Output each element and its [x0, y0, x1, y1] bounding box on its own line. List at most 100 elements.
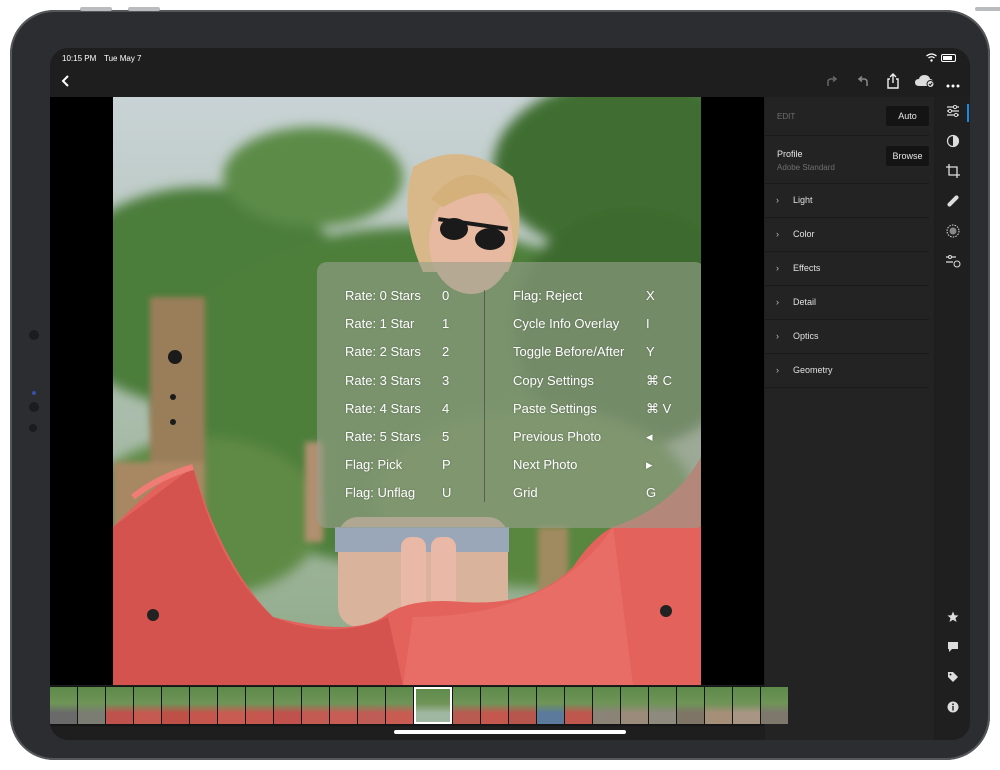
back-button[interactable]	[56, 73, 76, 93]
shortcut-label: Rate: 5 Stars	[345, 428, 421, 444]
crop-tool-button[interactable]	[944, 164, 962, 182]
rating-button[interactable]	[944, 610, 962, 628]
shortcut-label: Flag: Pick	[345, 457, 403, 473]
shortcut-label: Rate: 4 Stars	[345, 400, 421, 416]
filmstrip-thumbnail[interactable]	[162, 687, 189, 724]
filmstrip-thumbnail[interactable]	[733, 687, 760, 724]
filmstrip-thumbnail[interactable]	[761, 687, 788, 724]
shortcut-label: Next Photo	[513, 457, 578, 473]
chevron-right-icon: ›	[776, 365, 779, 375]
filmstrip-thumbnail[interactable]	[705, 687, 732, 724]
star-icon	[947, 611, 959, 622]
auto-button[interactable]: Auto	[886, 106, 929, 126]
top-toolbar	[50, 68, 970, 98]
section-light[interactable]: › Light	[765, 184, 929, 218]
photo[interactable]: Rate: 0 Stars 0 Rate: 1 Star 1 Rate: 2 Sta…	[113, 97, 701, 685]
filmstrip-thumbnail[interactable]	[274, 687, 301, 724]
section-effects[interactable]: › Effects	[765, 252, 929, 286]
shortcut-key: Y	[646, 344, 655, 360]
shortcut-key: 0	[442, 288, 450, 303]
section-optics[interactable]: › Optics	[765, 320, 929, 354]
profile-value: Adobe Standard	[777, 163, 835, 172]
shortcut-key: ⌘ C	[646, 372, 672, 388]
browse-button[interactable]: Browse	[886, 146, 929, 166]
filmstrip-thumbnail[interactable]	[481, 687, 508, 724]
healing-tool-button[interactable]	[944, 194, 962, 212]
shortcut-label: Rate: 1 Star	[345, 316, 415, 332]
selective-icon	[946, 134, 960, 148]
shortcut-label: Grid	[513, 485, 538, 501]
shortcut-key: 2	[442, 344, 450, 360]
filmstrip-thumbnail[interactable]	[246, 687, 273, 724]
filmstrip-thumbnail[interactable]	[134, 687, 161, 724]
section-label: Effects	[793, 263, 821, 273]
home-indicator	[394, 730, 626, 734]
filmstrip-thumbnail[interactable]	[330, 687, 357, 724]
edit-tool-button[interactable]	[944, 104, 962, 122]
filmstrip-thumbnail[interactable]	[537, 687, 564, 724]
section-color[interactable]: › Color	[765, 218, 929, 252]
section-label: Light	[793, 195, 813, 205]
shortcut-label: Toggle Before/After	[513, 344, 625, 360]
more-button[interactable]	[943, 73, 963, 93]
side-sensor	[29, 330, 39, 340]
filmstrip-thumbnail[interactable]	[509, 687, 536, 724]
chevron-left-icon	[61, 75, 69, 87]
section-label: Optics	[793, 331, 819, 341]
filmstrip[interactable]	[50, 686, 788, 726]
filmstrip-thumbnail[interactable]	[50, 687, 77, 724]
filmstrip-thumbnail[interactable]	[593, 687, 620, 724]
filmstrip-thumbnail[interactable]	[565, 687, 592, 724]
wifi-icon	[926, 53, 937, 62]
selective-tool-button[interactable]	[944, 134, 962, 152]
cloud-sync-button[interactable]	[913, 73, 937, 93]
top-button	[128, 7, 160, 11]
section-geometry[interactable]: › Geometry	[765, 354, 929, 388]
profile-row[interactable]: Profile Adobe Standard Browse	[765, 135, 929, 184]
filmstrip-thumbnail[interactable]	[302, 687, 329, 724]
status-date: Tue May 7	[104, 54, 142, 63]
filmstrip-thumbnail[interactable]	[78, 687, 105, 724]
shortcut-key: X	[646, 288, 655, 303]
filmstrip-thumbnail-selected[interactable]	[414, 687, 452, 724]
presets-tool-button[interactable]	[944, 254, 962, 272]
redo-icon	[827, 75, 838, 86]
filmstrip-thumbnail[interactable]	[386, 687, 413, 724]
filmstrip-thumbnail[interactable]	[106, 687, 133, 724]
edit-panel: EDIT Auto Profile Adobe Standard Browse …	[765, 97, 934, 740]
comment-icon	[948, 642, 958, 652]
shortcut-label: Rate: 2 Stars	[345, 344, 421, 360]
undo-button[interactable]	[853, 73, 873, 93]
info-icon	[947, 701, 959, 713]
filmstrip-thumbnail[interactable]	[621, 687, 648, 724]
redo-button[interactable]	[822, 73, 842, 93]
tag-button[interactable]	[944, 670, 962, 688]
shortcut-key: I	[646, 316, 650, 332]
comment-button[interactable]	[944, 640, 962, 658]
more-icon	[946, 84, 960, 88]
side-sensor	[29, 402, 39, 412]
status-bar: 10:15 PM Tue May 7	[50, 48, 970, 68]
screen: 10:15 PM Tue May 7 Rate: 0 Stars 0 Rate:…	[50, 48, 970, 740]
shortcut-label: Flag: Unflag	[345, 485, 416, 501]
shortcut-key: 4	[442, 400, 450, 416]
share-button[interactable]	[883, 73, 903, 93]
shortcut-label: Cycle Info Overlay	[513, 316, 620, 332]
vignette-tool-button[interactable]	[944, 224, 962, 242]
edit-header-label: EDIT	[777, 112, 796, 121]
filmstrip-thumbnail[interactable]	[677, 687, 704, 724]
filmstrip-thumbnail[interactable]	[218, 687, 245, 724]
status-time: 10:15 PM	[62, 54, 97, 63]
edit-header: EDIT Auto	[765, 97, 929, 136]
presets-icon	[946, 255, 961, 268]
shortcut-label: Rate: 3 Stars	[345, 372, 421, 388]
photo-canvas[interactable]: Rate: 0 Stars 0 Rate: 1 Star 1 Rate: 2 Sta…	[50, 97, 764, 685]
filmstrip-thumbnail[interactable]	[649, 687, 676, 724]
section-detail[interactable]: › Detail	[765, 286, 929, 320]
filmstrip-thumbnail[interactable]	[190, 687, 217, 724]
shortcut-key: ▸	[646, 457, 653, 473]
info-button[interactable]	[944, 700, 962, 718]
profile-label: Profile	[777, 149, 803, 159]
filmstrip-thumbnail[interactable]	[453, 687, 480, 724]
filmstrip-thumbnail[interactable]	[358, 687, 385, 724]
